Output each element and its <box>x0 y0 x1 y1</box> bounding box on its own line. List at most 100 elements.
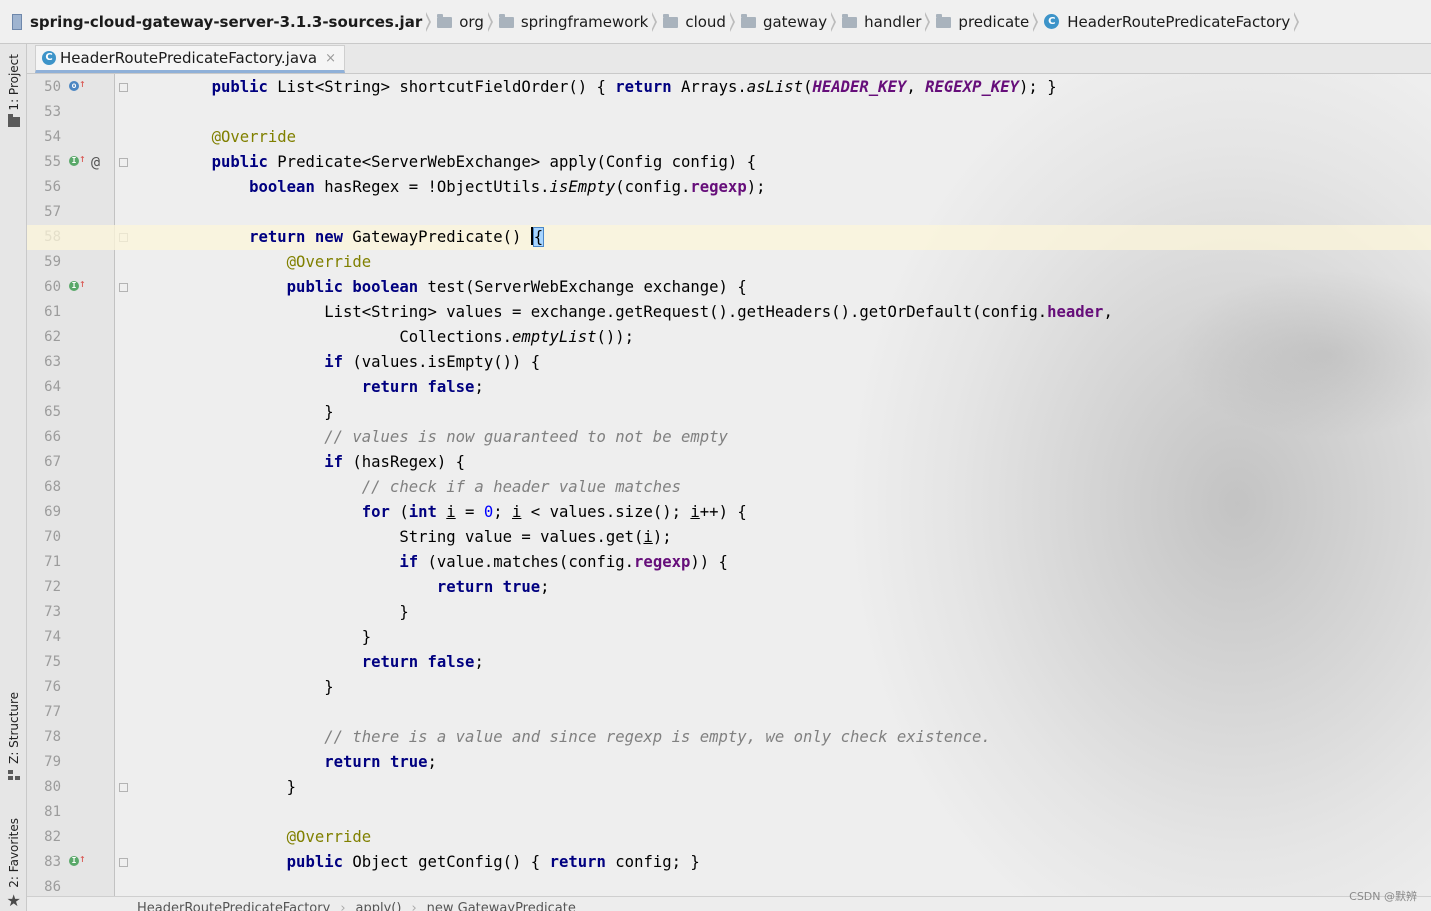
code-line[interactable]: List<String> values = exchange.getReques… <box>27 300 1431 325</box>
breadcrumb-item-handler[interactable]: handler <box>842 0 936 43</box>
favorites-tool-label: 2: Favorites <box>6 818 21 888</box>
code-line[interactable]: String value = values.get(i); <box>27 525 1431 550</box>
code-line[interactable]: return false; <box>27 375 1431 400</box>
code-token: header <box>1047 303 1104 321</box>
code-line[interactable]: public boolean test(ServerWebExchange ex… <box>27 275 1431 300</box>
code-line[interactable]: } <box>27 625 1431 650</box>
left-tool-window-bar: 1: Project Z: Structure 2: Favorites ★ <box>0 44 27 911</box>
code-token: ; <box>474 653 484 671</box>
breadcrumb-item-cloud[interactable]: cloud <box>663 0 741 43</box>
code-token: if <box>324 353 343 371</box>
code-line[interactable]: public Object getConfig() { return confi… <box>27 850 1431 875</box>
favorites-tool-button[interactable]: 2: Favorites ★ <box>0 818 27 908</box>
code-breadcrumb-item[interactable]: HeaderRoutePredicateFactory <box>137 901 330 911</box>
code-token: if <box>324 453 343 471</box>
breadcrumb-item-spring-cloud-gateway-server-3-1-3-sources-jar[interactable]: spring-cloud-gateway-server-3.1.3-source… <box>12 0 437 43</box>
breadcrumb-item-org[interactable]: org <box>437 0 499 43</box>
code-line[interactable]: // there is a value and since regexp is … <box>27 725 1431 750</box>
code-token: return <box>249 228 306 246</box>
code-line[interactable] <box>27 700 1431 725</box>
code-text: } <box>174 775 296 800</box>
code-text: Collections.emptyList()); <box>174 325 634 350</box>
code-line[interactable]: } <box>27 775 1431 800</box>
code-line[interactable] <box>27 100 1431 125</box>
breadcrumb-separator-icon <box>1032 11 1039 32</box>
code-token: asList <box>746 78 804 96</box>
code-token: @Override <box>286 828 372 846</box>
code-line[interactable] <box>27 800 1431 825</box>
code-line[interactable]: Collections.emptyList()); <box>27 325 1431 350</box>
code-line[interactable] <box>27 875 1431 896</box>
code-text: // values is now guaranteed to not be em… <box>174 425 728 450</box>
code-line[interactable]: return true; <box>27 575 1431 600</box>
code-token: = <box>455 503 484 521</box>
breadcrumb-label: predicate <box>958 12 1030 31</box>
breadcrumb-item-gateway[interactable]: gateway <box>740 0 842 43</box>
code-line[interactable]: return false; <box>27 650 1431 675</box>
breadcrumb-item-predicate[interactable]: predicate <box>936 0 1044 43</box>
code-line[interactable]: if (values.isEmpty()) { <box>27 350 1431 375</box>
code-token: i <box>512 503 522 521</box>
code-breadcrumb-item[interactable]: apply() <box>356 901 402 911</box>
code-token: 0 <box>483 503 494 521</box>
code-text: return true; <box>174 575 550 600</box>
code-line[interactable]: } <box>27 675 1431 700</box>
code-token: List<String> values = exchange.getReques… <box>174 303 1048 321</box>
editor-tab-bar: C HeaderRoutePredicateFactory.java × <box>27 44 1431 74</box>
close-icon[interactable]: × <box>325 51 336 66</box>
code-token: Object getConfig() { <box>343 853 550 871</box>
structure-tool-button[interactable]: Z: Structure <box>0 692 27 780</box>
code-line[interactable]: } <box>27 600 1431 625</box>
code-token: } <box>174 403 334 421</box>
code-line[interactable]: // check if a header value matches <box>27 475 1431 500</box>
code-line[interactable]: for (int i = 0; i < values.size(); i++) … <box>27 500 1431 525</box>
code-token: public <box>286 278 344 296</box>
code-line[interactable]: if (value.matches(config.regexp)) { <box>27 550 1431 575</box>
code-token: return <box>549 853 606 871</box>
code-line[interactable]: public Predicate<ServerWebExchange> appl… <box>27 150 1431 175</box>
code-text: return false; <box>174 375 484 400</box>
code-line[interactable]: @Override <box>27 825 1431 850</box>
code-line[interactable]: public List<String> shortcutFieldOrder()… <box>27 75 1431 100</box>
breadcrumb-item-headerroutepredicatefactory[interactable]: C HeaderRoutePredicateFactory <box>1044 0 1305 43</box>
code-text: public List<String> shortcutFieldOrder()… <box>174 75 1057 100</box>
code-text: List<String> values = exchange.getReques… <box>174 300 1113 325</box>
breadcrumb-label: cloud <box>685 12 726 31</box>
breadcrumb-separator-icon <box>728 11 735 32</box>
code-line[interactable]: } <box>27 400 1431 425</box>
code-breadcrumb-item[interactable]: new GatewayPredicate <box>427 901 576 911</box>
code-line[interactable] <box>27 200 1431 225</box>
star-icon: ★ <box>6 890 21 910</box>
code-line[interactable]: boolean hasRegex = !ObjectUtils.isEmpty(… <box>27 175 1431 200</box>
breadcrumb-separator-icon <box>486 11 493 32</box>
editor-tab-headerroutepredicatefactory[interactable]: C HeaderRoutePredicateFactory.java × <box>35 45 346 73</box>
breadcrumb-label: springframework <box>520 12 649 31</box>
code-breadcrumb: HeaderRoutePredicateFactory › apply() › new … <box>27 896 1431 911</box>
code-line-current[interactable]: return new GatewayPredicate() { <box>27 225 1431 250</box>
class-icon: C <box>1044 14 1060 29</box>
breadcrumb-separator-icon <box>651 11 658 32</box>
breadcrumb-item-springframework[interactable]: springframework <box>498 0 663 43</box>
code-token: ; <box>427 753 437 771</box>
project-tool-button[interactable]: 1: Project <box>0 54 27 127</box>
code-line[interactable]: if (hasRegex) { <box>27 450 1431 475</box>
code-editor[interactable]: 50o↑535455I↑@5657585960I↑616263646566676… <box>27 74 1431 896</box>
code-line[interactable]: @Override <box>27 125 1431 150</box>
code-token: // there is a value and since regexp is … <box>324 728 991 746</box>
structure-icon <box>7 769 20 780</box>
code-line[interactable]: return true; <box>27 750 1431 775</box>
code-line[interactable]: @Override <box>27 250 1431 275</box>
code-line[interactable]: // values is now guaranteed to not be em… <box>27 425 1431 450</box>
